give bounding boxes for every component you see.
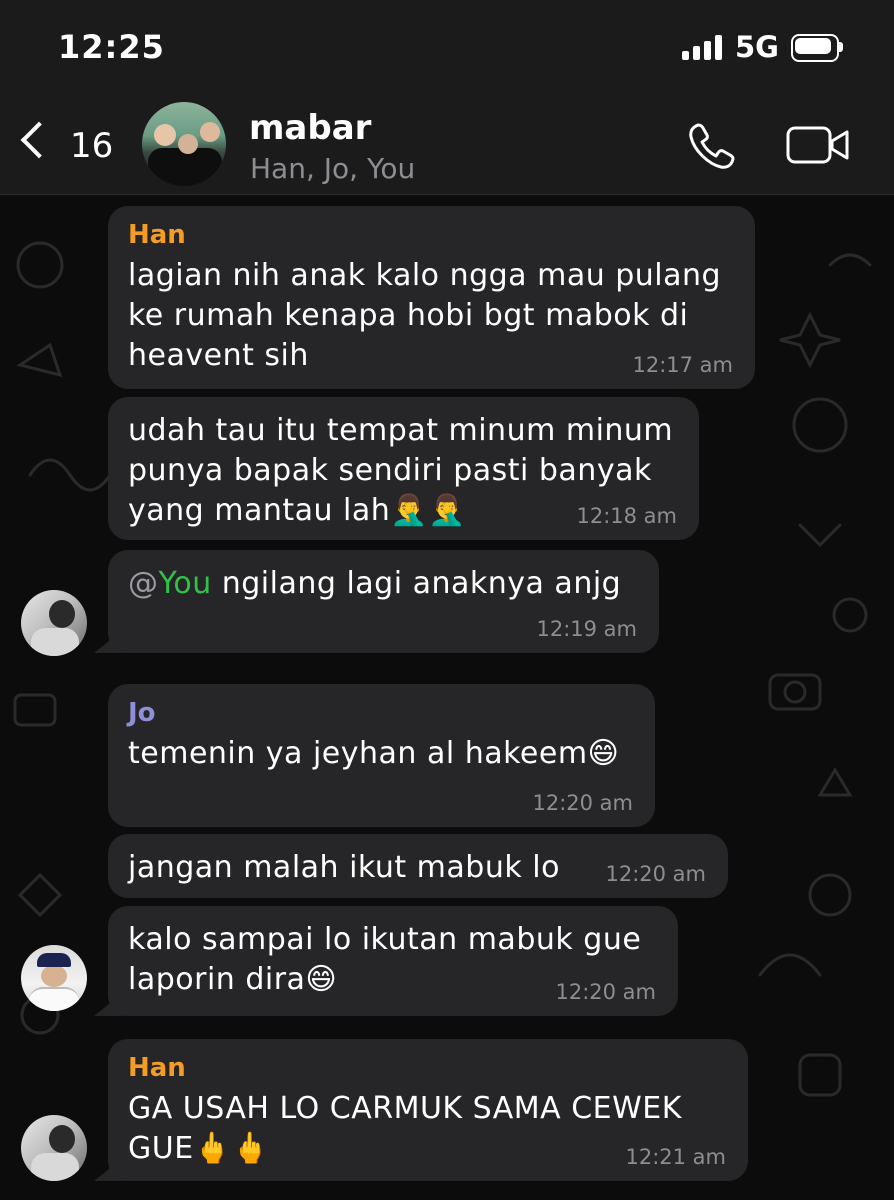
message-bubble[interactable]: Jo temenin ya jeyhan al hakeem😄 12:20 am: [108, 684, 655, 827]
avatar[interactable]: [21, 945, 87, 1011]
message-bubble[interactable]: @You ngilang lagi anaknya anjg 12:19 am: [94, 550, 659, 653]
message-bubble[interactable]: kalo sampai lo ikutan mabuk gue laporin …: [94, 906, 678, 1016]
sender-name: Jo: [128, 698, 156, 728]
sender-name: Han: [128, 220, 186, 250]
signal-icon: [682, 34, 726, 60]
mention-you[interactable]: You: [159, 566, 212, 601]
chat-title[interactable]: mabar: [249, 108, 371, 148]
battery-icon: [791, 34, 843, 62]
message-time: 12:19 am: [536, 617, 637, 641]
status-time: 12:25: [58, 28, 165, 66]
message-bubble[interactable]: jangan malah ikut mabuk lo 12:20 am: [108, 834, 728, 898]
message-text-rest: ngilang lagi anaknya anjg: [211, 566, 622, 601]
message-bubble[interactable]: Han lagian nih anak kalo ngga mau pulang…: [108, 206, 755, 389]
message-time: 12:17 am: [632, 353, 733, 377]
video-camera-icon: [786, 126, 849, 164]
message-bubble[interactable]: udah tau itu tempat minum minum punya ba…: [108, 397, 699, 540]
group-avatar[interactable]: [142, 102, 226, 186]
network-type: 5G: [735, 30, 779, 64]
message-time: 12:20 am: [532, 791, 633, 815]
chat-header: 16 mabar Han, Jo, You: [0, 96, 894, 195]
back-button[interactable]: 16: [18, 120, 118, 170]
message-time: 12:20 am: [605, 862, 706, 886]
avatar[interactable]: [21, 590, 87, 656]
phone-icon: [689, 123, 735, 169]
message-text: @You ngilang lagi anaknya anjg: [128, 564, 639, 604]
video-call-button[interactable]: [786, 124, 850, 166]
unread-count: 16: [70, 126, 114, 166]
chat-background: Han lagian nih anak kalo ngga mau pulang…: [0, 195, 894, 1200]
status-bar: 12:25 5G: [0, 0, 894, 96]
chevron-left-icon: [20, 121, 58, 159]
message-bubble[interactable]: Han GA USAH LO CARMUK SAMA CEWEK GUE🖕🖕 1…: [94, 1039, 748, 1181]
chat-members[interactable]: Han, Jo, You: [250, 152, 415, 185]
mention-at: @: [128, 566, 159, 601]
message-time: 12:21 am: [625, 1145, 726, 1169]
call-button[interactable]: [686, 120, 740, 172]
sender-name: Han: [128, 1053, 186, 1083]
message-time: 12:18 am: [576, 504, 677, 528]
message-text: temenin ya jeyhan al hakeem😄: [128, 736, 620, 771]
avatar[interactable]: [21, 1115, 87, 1181]
message-time: 12:20 am: [555, 980, 656, 1004]
